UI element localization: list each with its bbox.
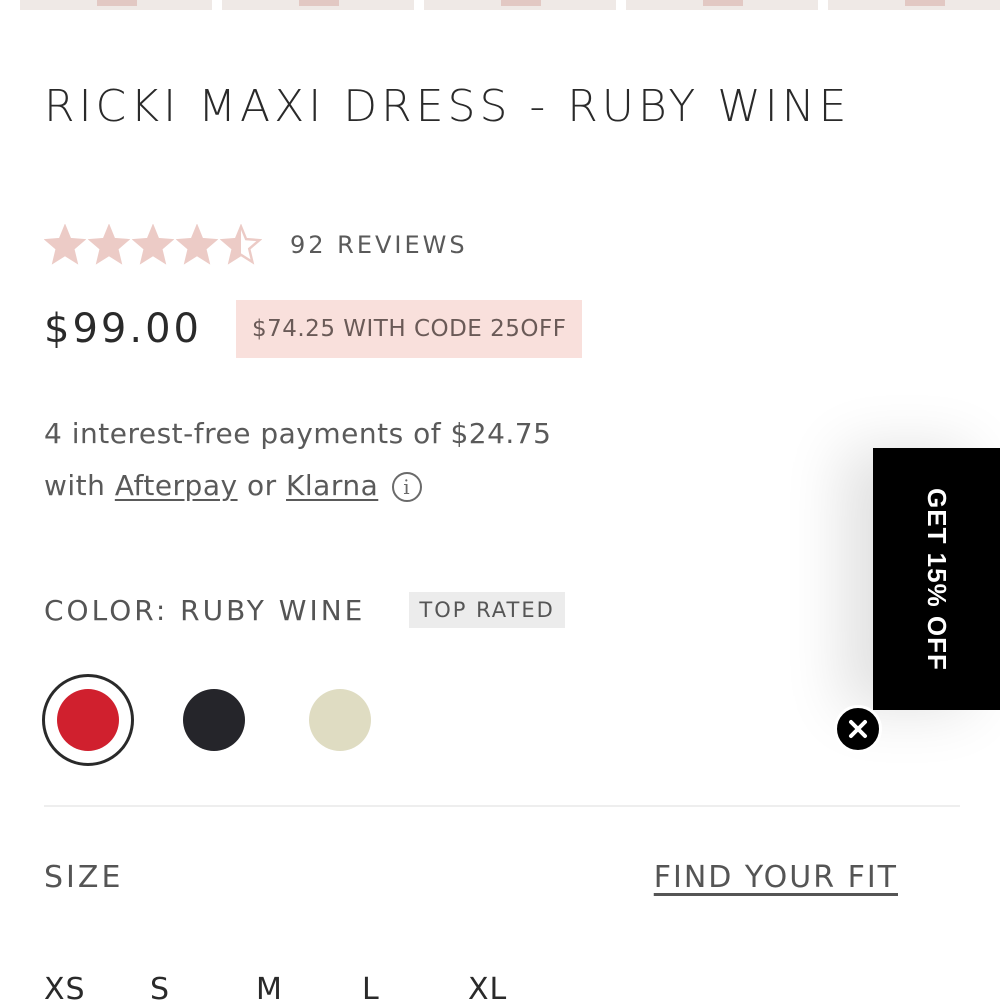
color-label: COLOR: RUBY WINE	[44, 593, 366, 627]
size-header: SIZE FIND YOUR FIT	[44, 860, 898, 895]
with-text: with	[44, 469, 106, 502]
size-option[interactable]: L	[362, 972, 468, 1000]
afterpay-link[interactable]: Afterpay	[115, 469, 238, 502]
find-your-fit-link[interactable]: FIND YOUR FIT	[654, 860, 898, 895]
size-label: SIZE	[44, 860, 124, 895]
color-row: COLOR: RUBY WINE TOP RATED	[44, 592, 565, 628]
installment-info: 4 interest-free payments of $24.75 with …	[44, 408, 551, 512]
size-option[interactable]: XS	[44, 972, 150, 1000]
close-icon	[849, 720, 867, 738]
rating-row: 92 REVIEWS	[44, 224, 468, 266]
star-icon	[176, 224, 218, 265]
size-option[interactable]: S	[150, 972, 256, 1000]
star-icon	[88, 224, 130, 265]
top-rated-badge: TOP RATED	[409, 592, 565, 628]
color-swatch-dot	[57, 689, 119, 751]
star-rating[interactable]	[44, 224, 262, 266]
star-icon	[220, 224, 262, 265]
color-swatch[interactable]	[42, 674, 134, 766]
installment-line: 4 interest-free payments of $24.75	[44, 417, 552, 450]
color-swatch-dot	[309, 689, 371, 751]
product-thumbnail[interactable]	[222, 0, 414, 10]
size-option[interactable]: XL	[468, 972, 574, 1000]
product-price: $99.00	[44, 306, 202, 352]
size-option[interactable]: M	[256, 972, 362, 1000]
get-discount-tab[interactable]: GET 15% OFF	[873, 448, 1000, 710]
reviews-link[interactable]: 92 REVIEWS	[290, 231, 468, 259]
product-thumbnail[interactable]	[828, 0, 1000, 10]
divider	[44, 805, 960, 807]
product-title: RICKI MAXI DRESS - RUBY WINE	[44, 81, 851, 132]
get-discount-label: GET 15% OFF	[922, 487, 952, 671]
color-swatch[interactable]	[168, 674, 260, 766]
color-swatch[interactable]	[294, 674, 386, 766]
price-row: $99.00 $74.25 WITH CODE 25OFF	[44, 300, 583, 358]
product-thumbnail[interactable]	[20, 0, 212, 10]
product-thumbnail[interactable]	[424, 0, 616, 10]
promo-code-badge: $74.25 WITH CODE 25OFF	[235, 300, 583, 358]
color-swatch-dot	[183, 689, 245, 751]
product-page: RICKI MAXI DRESS - RUBY WINE 92 REVIEWS …	[0, 0, 1000, 1000]
color-swatches	[42, 674, 420, 766]
info-icon[interactable]: i	[391, 472, 422, 502]
or-text: or	[246, 469, 277, 502]
klarna-link[interactable]: Klarna	[286, 469, 378, 502]
image-thumbnail-strip	[20, 0, 1000, 10]
size-options: XS S M L XL	[44, 972, 574, 1000]
product-thumbnail[interactable]	[626, 0, 818, 10]
installment-providers: with Afterpay or Klarna i	[44, 460, 551, 512]
star-icon	[132, 224, 174, 265]
close-promo-button[interactable]	[834, 705, 882, 753]
star-icon	[44, 224, 86, 265]
